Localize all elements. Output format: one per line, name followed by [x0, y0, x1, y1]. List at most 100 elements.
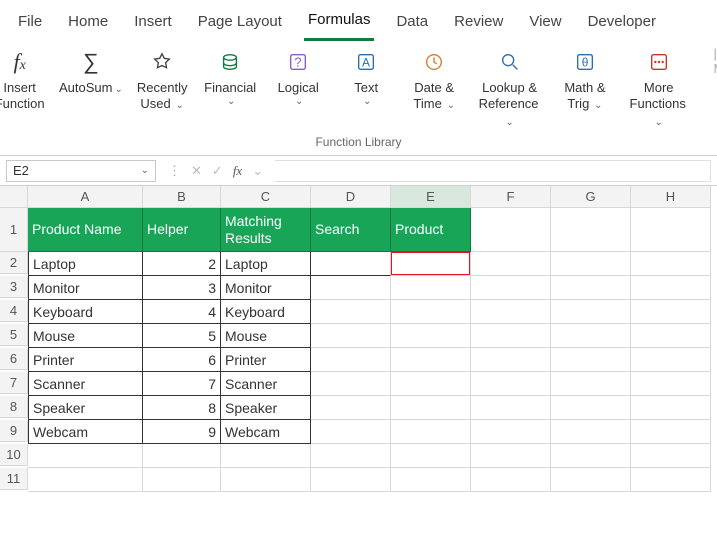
lookup-reference-button[interactable]: Lookup & Reference ⌄	[475, 46, 544, 129]
cell-E8[interactable]	[391, 396, 471, 420]
insert-function-button[interactable]: fx Insert Function	[0, 46, 47, 113]
cell-D11[interactable]	[311, 468, 391, 492]
cell-A2[interactable]: Laptop	[28, 252, 143, 276]
fx-icon-small[interactable]: fx	[233, 163, 242, 179]
text-button[interactable]: A Text ⌄	[339, 46, 393, 109]
cell-F6[interactable]	[471, 348, 551, 372]
select-all-corner[interactable]	[0, 186, 28, 208]
cell-F11[interactable]	[471, 468, 551, 492]
row-header-3[interactable]: 3	[0, 276, 28, 298]
tab-data[interactable]: Data	[392, 9, 432, 40]
tab-insert[interactable]: Insert	[130, 9, 176, 40]
cell-A1[interactable]: Product Name	[28, 208, 143, 252]
math-trig-button[interactable]: θ Math & Trig ⌄	[558, 46, 612, 113]
cell-F4[interactable]	[471, 300, 551, 324]
recently-used-button[interactable]: Recently Used ⌄	[135, 46, 189, 113]
logical-button[interactable]: ? Logical ⌄	[271, 46, 325, 109]
col-header-C[interactable]: C	[221, 186, 311, 208]
cell-H7[interactable]	[631, 372, 711, 396]
cell-C7[interactable]: Scanner	[221, 372, 311, 396]
financial-button[interactable]: Financial ⌄	[203, 46, 257, 109]
worksheet-grid[interactable]: A B C D E F G H 1 Product Name Helper Ma…	[0, 186, 717, 492]
col-header-A[interactable]: A	[28, 186, 143, 208]
autosum-button[interactable]: ∑ AutoSum⌄	[61, 46, 122, 97]
cell-G1[interactable]	[551, 208, 631, 252]
cell-C6[interactable]: Printer	[221, 348, 311, 372]
cell-D3[interactable]	[311, 276, 391, 300]
row-header-8[interactable]: 8	[0, 396, 28, 418]
cell-H2[interactable]	[631, 252, 711, 276]
cell-F10[interactable]	[471, 444, 551, 468]
cell-H11[interactable]	[631, 468, 711, 492]
cell-H1[interactable]	[631, 208, 711, 252]
cell-D8[interactable]	[311, 396, 391, 420]
cell-E1[interactable]: Product	[391, 208, 471, 252]
name-box[interactable]: E2 ⌄	[6, 160, 156, 182]
cell-D1[interactable]: Search	[311, 208, 391, 252]
cell-B7[interactable]: 7	[143, 372, 221, 396]
cell-B8[interactable]: 8	[143, 396, 221, 420]
cell-E5[interactable]	[391, 324, 471, 348]
cell-A8[interactable]: Speaker	[28, 396, 143, 420]
cell-E2[interactable]	[391, 252, 471, 276]
cancel-icon[interactable]: ✕	[191, 163, 202, 179]
cell-E7[interactable]	[391, 372, 471, 396]
tab-file[interactable]: File	[14, 9, 46, 40]
date-time-button[interactable]: Date & Time ⌄	[407, 46, 461, 113]
row-header-2[interactable]: 2	[0, 252, 28, 274]
col-header-F[interactable]: F	[471, 186, 551, 208]
cell-C1[interactable]: Matching Results	[221, 208, 311, 252]
tab-home[interactable]: Home	[64, 9, 112, 40]
cell-D7[interactable]	[311, 372, 391, 396]
cell-D10[interactable]	[311, 444, 391, 468]
cell-C5[interactable]: Mouse	[221, 324, 311, 348]
cell-D5[interactable]	[311, 324, 391, 348]
cell-C3[interactable]: Monitor	[221, 276, 311, 300]
cell-G7[interactable]	[551, 372, 631, 396]
row-header-6[interactable]: 6	[0, 348, 28, 370]
cell-G4[interactable]	[551, 300, 631, 324]
cell-D6[interactable]	[311, 348, 391, 372]
cell-C10[interactable]	[221, 444, 311, 468]
cell-C11[interactable]	[221, 468, 311, 492]
cell-F2[interactable]	[471, 252, 551, 276]
col-header-G[interactable]: G	[551, 186, 631, 208]
row-header-7[interactable]: 7	[0, 372, 28, 394]
tab-view[interactable]: View	[525, 9, 565, 40]
more-functions-button[interactable]: More Functions ⌄	[626, 46, 692, 129]
cell-A3[interactable]: Monitor	[28, 276, 143, 300]
cell-C4[interactable]: Keyboard	[221, 300, 311, 324]
cell-B2[interactable]: 2	[143, 252, 221, 276]
cell-H8[interactable]	[631, 396, 711, 420]
cell-C2[interactable]: Laptop	[221, 252, 311, 276]
cell-B6[interactable]: 6	[143, 348, 221, 372]
cell-B1[interactable]: Helper	[143, 208, 221, 252]
tab-formulas[interactable]: Formulas	[304, 7, 375, 41]
cell-F8[interactable]	[471, 396, 551, 420]
cell-B4[interactable]: 4	[143, 300, 221, 324]
cell-G2[interactable]	[551, 252, 631, 276]
cell-E11[interactable]	[391, 468, 471, 492]
cell-F7[interactable]	[471, 372, 551, 396]
cell-A9[interactable]: Webcam	[28, 420, 143, 444]
cell-G6[interactable]	[551, 348, 631, 372]
cell-G11[interactable]	[551, 468, 631, 492]
cell-A7[interactable]: Scanner	[28, 372, 143, 396]
tab-page-layout[interactable]: Page Layout	[194, 9, 286, 40]
cell-D4[interactable]	[311, 300, 391, 324]
cell-B5[interactable]: 5	[143, 324, 221, 348]
cell-A11[interactable]	[28, 468, 143, 492]
cell-G3[interactable]	[551, 276, 631, 300]
cell-B3[interactable]: 3	[143, 276, 221, 300]
row-header-5[interactable]: 5	[0, 324, 28, 346]
tab-review[interactable]: Review	[450, 9, 507, 40]
cell-G8[interactable]	[551, 396, 631, 420]
cell-B9[interactable]: 9	[143, 420, 221, 444]
formula-input[interactable]	[275, 160, 711, 182]
cell-F3[interactable]	[471, 276, 551, 300]
cell-F9[interactable]	[471, 420, 551, 444]
cell-H5[interactable]	[631, 324, 711, 348]
cell-F5[interactable]	[471, 324, 551, 348]
cell-E4[interactable]	[391, 300, 471, 324]
cell-C8[interactable]: Speaker	[221, 396, 311, 420]
